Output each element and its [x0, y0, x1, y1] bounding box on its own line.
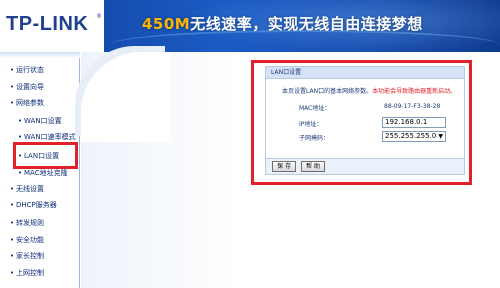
- menu-label: 设置向导: [16, 83, 44, 91]
- menu-label: WAN口速率模式: [24, 133, 76, 141]
- slogan-speed: 450M: [142, 15, 191, 33]
- menu-label: DHCP服务器: [16, 201, 57, 209]
- menu-label: 上网控制: [16, 269, 44, 277]
- sidebar-item-status[interactable]: • 运行状态: [10, 65, 44, 79]
- menu-label: 无线设置: [16, 185, 44, 193]
- sidebar-item-mac-clone[interactable]: • MAC地址克隆: [18, 168, 68, 182]
- sidebar-item-dhcp[interactable]: • DHCP服务器: [10, 200, 57, 214]
- logo-area: TP-LINK ®: [0, 0, 104, 52]
- sidebar-item-parental[interactable]: • 家长控制: [10, 251, 44, 265]
- header-slogan: 450M无线速率，实现无线自由连接梦想: [142, 13, 423, 34]
- registered-mark: ®: [96, 13, 102, 20]
- sidebar-item-wireless[interactable]: • 无线设置: [10, 184, 44, 198]
- tp-link-logo: TP-LINK: [6, 13, 89, 35]
- sidebar-item-access-control[interactable]: • 上网控制: [10, 268, 44, 282]
- menu-label: MAC地址克隆: [24, 169, 68, 177]
- annotation-box-panel: [251, 60, 472, 185]
- sidebar-item-wan[interactable]: • WAN口设置: [18, 116, 62, 130]
- annotation-box-sidebar: [13, 142, 78, 169]
- menu-label: 安全功能: [16, 236, 44, 244]
- menu-label: WAN口设置: [24, 117, 62, 125]
- menu-label: 运行状态: [16, 66, 44, 74]
- menu-label: 网络参数: [16, 99, 44, 107]
- sidebar-item-forwarding[interactable]: • 转发规则: [10, 218, 44, 232]
- menu-label: 转发规则: [16, 219, 44, 227]
- header-banner: TP-LINK ® 450M无线速率，实现无线自由连接梦想: [0, 0, 500, 52]
- sidebar-item-security[interactable]: • 安全功能: [10, 235, 44, 249]
- menu-label: 家长控制: [16, 252, 44, 260]
- sidebar-item-network[interactable]: • 网络参数: [10, 98, 44, 112]
- sidebar-item-wizard[interactable]: • 设置向导: [10, 82, 44, 96]
- slogan-text: 无线速率，实现无线自由连接梦想: [190, 15, 423, 33]
